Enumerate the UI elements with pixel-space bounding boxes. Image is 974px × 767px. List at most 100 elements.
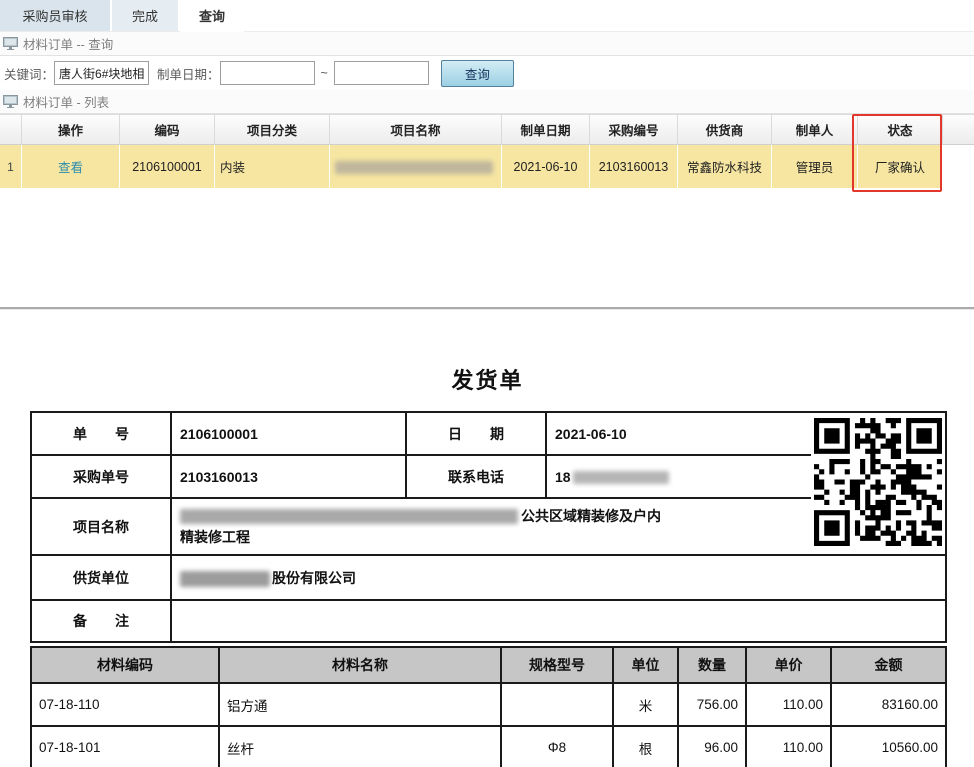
material-amount: 83160.00 <box>831 683 946 726</box>
list-header-row: 操作 编码 项目分类 项目名称 制单日期 采购编号 供货商 制单人 状态 <box>0 114 974 145</box>
materials-table: 材料编码 材料名称 规格型号 单位 数量 单价 金额 07-18-110 铝方通… <box>30 646 947 767</box>
material-price: 110.00 <box>746 726 831 767</box>
remark-label: 备 注 <box>31 600 171 642</box>
monitor-icon <box>3 95 18 108</box>
material-name: 丝杆 <box>219 726 501 767</box>
order-date-cell: 2021-06-10 <box>502 145 590 188</box>
column-header-code: 编码 <box>120 114 215 145</box>
status-cell: 厂家确认 <box>858 145 943 188</box>
row-index: 1 <box>0 145 22 188</box>
material-qty: 756.00 <box>678 683 746 726</box>
order-no-label: 单 号 <box>31 412 171 455</box>
mat-col-unit: 单位 <box>613 647 678 683</box>
column-header-category: 项目分类 <box>215 114 330 145</box>
column-header-action: 操作 <box>22 114 120 145</box>
order-no-value: 2106100001 <box>171 412 406 455</box>
material-qty: 96.00 <box>678 726 746 767</box>
doc-date-label: 日 期 <box>406 412 546 455</box>
column-header-creator: 制单人 <box>772 114 858 145</box>
project-line2: 精装修工程 <box>180 527 803 548</box>
mat-col-price: 单价 <box>746 647 831 683</box>
qr-code <box>811 412 946 555</box>
phone-value: 18 <box>546 455 811 498</box>
keyword-label: 关键词： <box>4 64 54 83</box>
creator-cell: 管理员 <box>772 145 858 188</box>
remark-value <box>171 600 946 642</box>
category-cell: 内装 <box>215 145 330 188</box>
materials-header-row: 材料编码 材料名称 规格型号 单位 数量 单价 金额 <box>31 647 946 683</box>
project-visible-text: 公共区域精装修及户内 <box>521 508 661 524</box>
purchase-no-cell: 2103160013 <box>590 145 678 188</box>
tab-bar: 采购员审核 完成 查询 <box>0 0 974 32</box>
project-value: 公共区域精装修及户内 精装修工程 <box>171 498 811 555</box>
project-label: 项目名称 <box>31 498 171 555</box>
query-controls: 关键词： 制单日期： ~ 查询 <box>0 56 974 90</box>
material-code: 07-18-101 <box>31 726 219 767</box>
redacted-project-name <box>335 161 493 174</box>
keyword-input[interactable] <box>54 61 149 85</box>
material-unit: 米 <box>613 683 678 726</box>
material-spec <box>501 683 613 726</box>
order-code-cell: 2106100001 <box>120 145 215 188</box>
material-unit: 根 <box>613 726 678 767</box>
column-header-rownum <box>0 114 22 145</box>
column-header-project-name: 项目名称 <box>330 114 502 145</box>
supplier-cell: 常鑫防水科技 <box>678 145 772 188</box>
column-header-status: 状态 <box>858 114 943 145</box>
redacted-phone <box>573 471 669 484</box>
material-spec: Φ8 <box>501 726 613 767</box>
doc-supplier-label: 供货单位 <box>31 555 171 600</box>
table-row[interactable]: 1 查看 2106100001 内装 2021-06-10 2103160013… <box>0 145 974 188</box>
doc-row-purchase-no: 采购单号 2103160013 联系电话 18 <box>31 455 946 498</box>
mat-col-qty: 数量 <box>678 647 746 683</box>
date-range-separator: ~ <box>321 66 328 80</box>
column-header-date: 制单日期 <box>502 114 590 145</box>
material-row: 07-18-110 铝方通 米 756.00 110.00 83160.00 <box>31 683 946 726</box>
phone-label: 联系电话 <box>406 455 546 498</box>
mat-col-amount: 金额 <box>831 647 946 683</box>
tab-complete[interactable]: 完成 <box>112 0 178 31</box>
supplier-visible-text: 股份有限公司 <box>272 570 356 586</box>
redacted-project-text <box>180 509 518 524</box>
panel-divider <box>0 307 974 309</box>
material-code: 07-18-110 <box>31 683 219 726</box>
view-link[interactable]: 查看 <box>58 161 83 175</box>
document-title: 发货单 <box>30 309 945 395</box>
doc-date-value: 2021-06-10 <box>546 412 811 455</box>
material-row: 07-18-101 丝杆 Φ8 根 96.00 110.00 10560.00 <box>31 726 946 767</box>
date-to-input[interactable] <box>334 61 429 85</box>
list-section-title: 材料订单 - 列表 <box>23 92 109 111</box>
list-section-header: 材料订单 - 列表 <box>0 90 974 114</box>
date-label: 制单日期： <box>157 64 220 83</box>
mat-col-code: 材料编码 <box>31 647 219 683</box>
doc-purchase-no-label: 采购单号 <box>31 455 171 498</box>
doc-purchase-no-value: 2103160013 <box>171 455 406 498</box>
search-button[interactable]: 查询 <box>441 60 514 87</box>
column-header-filler <box>943 114 974 145</box>
view-link-cell: 查看 <box>22 145 120 188</box>
phone-visible-text: 18 <box>555 469 571 485</box>
date-from-input[interactable] <box>220 61 315 85</box>
column-header-supplier: 供货商 <box>678 114 772 145</box>
query-section-title: 材料订单 -- 查询 <box>23 34 113 53</box>
material-price: 110.00 <box>746 683 831 726</box>
order-list-table: 操作 编码 项目分类 项目名称 制单日期 采购编号 供货商 制单人 状态 1 查… <box>0 114 974 188</box>
column-header-purchase-no: 采购编号 <box>590 114 678 145</box>
redacted-supplier <box>180 571 270 587</box>
tab-purchaser-review[interactable]: 采购员审核 <box>0 0 110 31</box>
material-amount: 10560.00 <box>831 726 946 767</box>
tab-query[interactable]: 查询 <box>180 0 244 32</box>
doc-row-project: 项目名称 公共区域精装修及户内 精装修工程 <box>31 498 946 555</box>
material-name: 铝方通 <box>219 683 501 726</box>
app-window: 采购员审核 完成 查询 材料订单 -- 查询 关键词： 制单日期： ~ 查询 材… <box>0 0 974 767</box>
doc-row-remark: 备 注 <box>31 600 946 642</box>
delivery-note-header-table: 单 号 2106100001 日 期 2021-06-10 采购单号 21031… <box>30 411 947 643</box>
doc-row-order-no: 单 号 2106100001 日 期 2021-06-10 <box>31 412 946 455</box>
mat-col-spec: 规格型号 <box>501 647 613 683</box>
filler-cell <box>943 145 974 188</box>
doc-supplier-value: 股份有限公司 <box>171 555 946 600</box>
query-section-header: 材料订单 -- 查询 <box>0 32 974 56</box>
delivery-note-document: 发货单 单 号 2106100001 日 期 2021-06-10 采购单号 2… <box>0 309 974 767</box>
doc-row-supplier: 供货单位 股份有限公司 <box>31 555 946 600</box>
monitor-icon <box>3 37 18 50</box>
